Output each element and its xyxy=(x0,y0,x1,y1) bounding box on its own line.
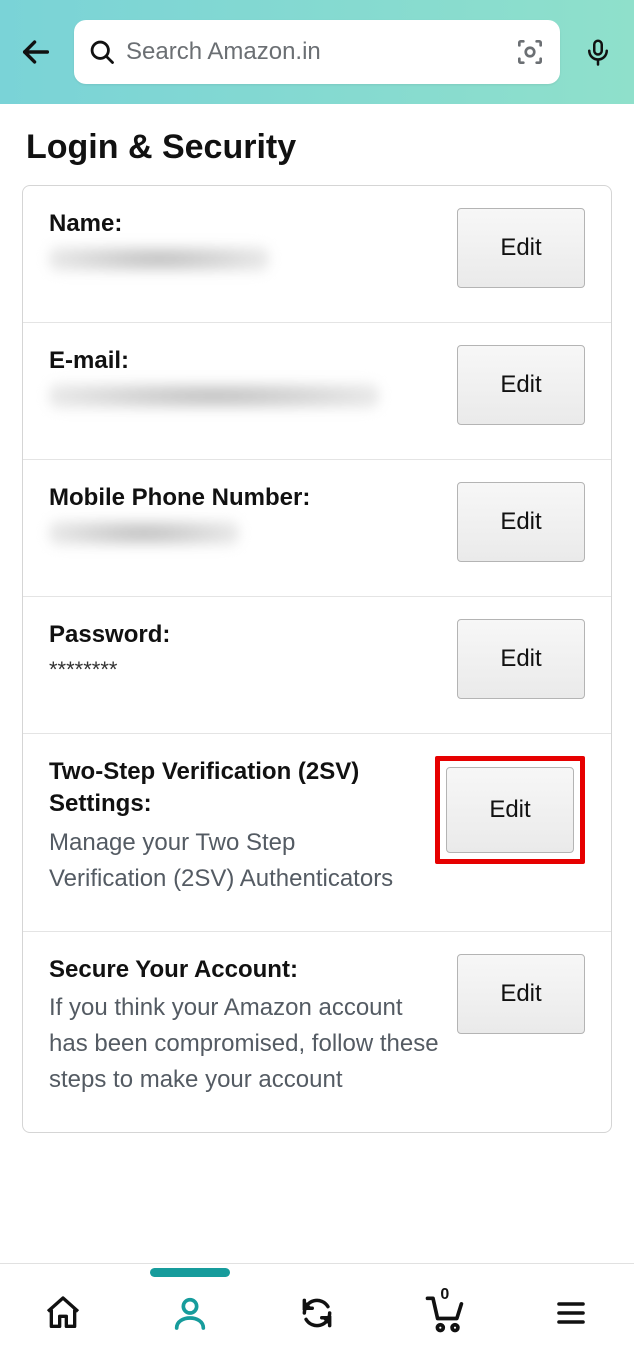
nav-refresh[interactable] xyxy=(292,1288,342,1338)
page-title: Login & Security xyxy=(0,104,634,185)
row-name: Name: Edit xyxy=(23,186,611,323)
user-icon xyxy=(170,1293,210,1333)
camera-lens-icon[interactable] xyxy=(514,36,546,68)
email-label: E-mail: xyxy=(49,345,441,377)
mobile-value-redacted xyxy=(49,520,239,546)
edit-twosv-button[interactable]: Edit xyxy=(446,767,574,853)
active-tab-indicator xyxy=(150,1268,230,1277)
nav-home[interactable] xyxy=(38,1288,88,1338)
search-icon xyxy=(88,38,116,66)
row-secure-account: Secure Your Account: If you think your A… xyxy=(23,932,611,1132)
search-bar[interactable] xyxy=(74,20,560,84)
back-arrow-icon xyxy=(19,35,53,69)
content-area: Login & Security Name: Edit E-mail: Edit… xyxy=(0,104,634,1263)
secure-label: Secure Your Account: xyxy=(49,954,441,986)
highlight-annotation: Edit xyxy=(435,756,585,864)
edit-email-button[interactable]: Edit xyxy=(457,345,585,425)
cart-count: 0 xyxy=(440,1286,449,1304)
row-two-step-verification: Two-Step Verification (2SV) Settings: Ma… xyxy=(23,734,611,932)
name-label: Name: xyxy=(49,208,441,240)
bottom-nav: 0 xyxy=(0,1263,634,1355)
row-mobile: Mobile Phone Number: Edit xyxy=(23,460,611,597)
nav-account[interactable] xyxy=(165,1288,215,1338)
edit-mobile-button[interactable]: Edit xyxy=(457,482,585,562)
edit-secure-button[interactable]: Edit xyxy=(457,954,585,1034)
nav-cart[interactable]: 0 xyxy=(419,1288,469,1338)
home-icon xyxy=(43,1293,83,1333)
password-label: Password: xyxy=(49,619,441,651)
twosv-label: Two-Step Verification (2SV) Settings: xyxy=(49,756,419,821)
voice-search-button[interactable] xyxy=(578,32,618,72)
hamburger-icon xyxy=(553,1295,589,1331)
password-value: ******** xyxy=(49,655,441,686)
row-password: Password: ******** Edit xyxy=(23,597,611,734)
edit-password-button[interactable]: Edit xyxy=(457,619,585,699)
refresh-icon xyxy=(298,1294,336,1332)
nav-menu[interactable] xyxy=(546,1288,596,1338)
back-button[interactable] xyxy=(16,32,56,72)
row-email: E-mail: Edit xyxy=(23,323,611,460)
secure-description: If you think your Amazon account has bee… xyxy=(49,990,441,1098)
settings-card: Name: Edit E-mail: Edit Mobile Phone Num… xyxy=(22,185,612,1133)
top-bar xyxy=(0,0,634,104)
search-input[interactable] xyxy=(126,38,506,66)
microphone-icon xyxy=(583,37,613,67)
name-value-redacted xyxy=(49,246,269,272)
mobile-label: Mobile Phone Number: xyxy=(49,482,441,514)
email-value-redacted xyxy=(49,383,379,409)
twosv-description: Manage your Two Step Verification (2SV) … xyxy=(49,825,419,897)
edit-name-button[interactable]: Edit xyxy=(457,208,585,288)
